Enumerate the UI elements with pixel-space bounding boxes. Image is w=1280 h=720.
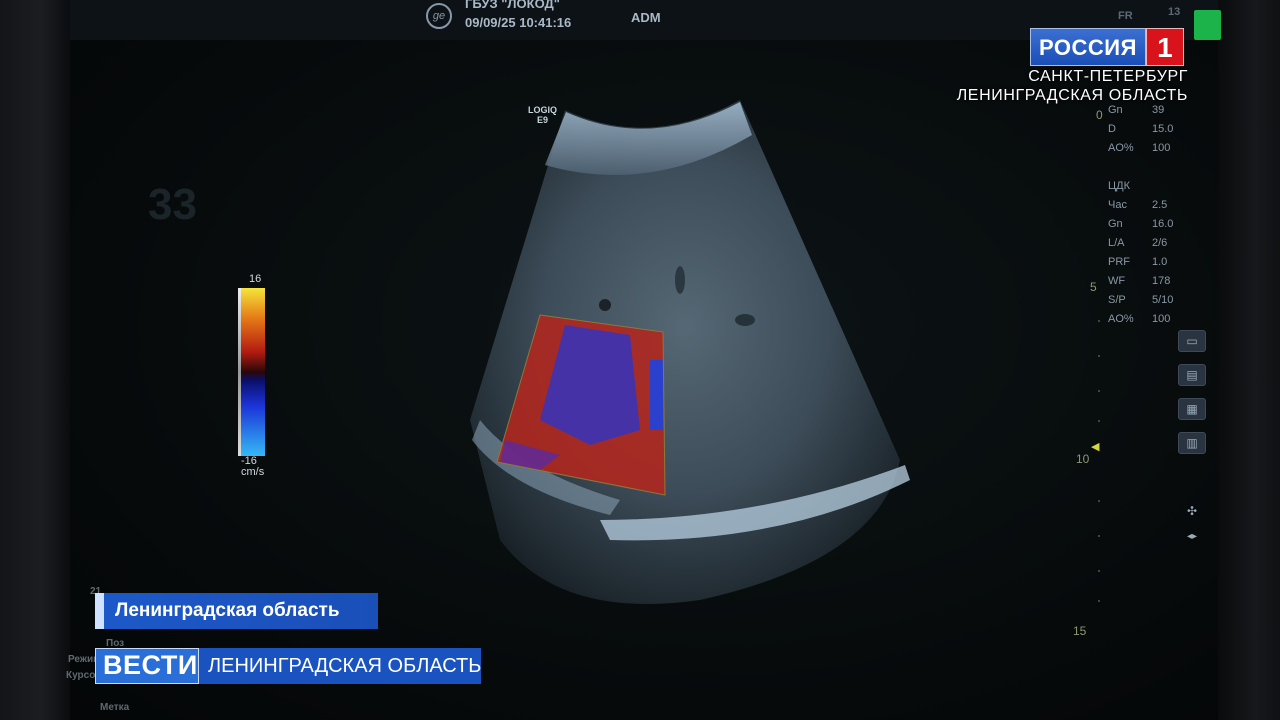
doppler-blue-edge	[650, 360, 663, 430]
sidebar-tool-icon[interactable]: ▭	[1178, 330, 1206, 352]
doppler-colorbar	[241, 288, 265, 456]
region-line-2: ЛЕНИНГРАДСКАЯ ОБЛАСТЬ	[956, 87, 1188, 104]
probe-model: LOGIQ E9	[528, 105, 557, 125]
location-banner-accent	[95, 593, 104, 629]
vessel-spot	[735, 314, 755, 326]
sidebar-tool-icon[interactable]: ▥	[1178, 432, 1206, 454]
region-line-1: САНКТ-ПЕТЕРБУРГ	[1028, 68, 1188, 85]
channel-number: 1	[1145, 28, 1184, 66]
sidebar-tool-icon[interactable]: ▤	[1178, 364, 1206, 386]
depth-tick	[1098, 535, 1100, 537]
depth-mark: 5	[1090, 280, 1097, 294]
vessel-spot	[675, 266, 685, 294]
depth-tick	[1098, 355, 1100, 357]
depth-mark: 15	[1073, 624, 1087, 638]
location-text: Ленинградская область	[115, 600, 340, 621]
focus-marker-icon: ◀	[1091, 441, 1100, 453]
depth-tick	[1098, 420, 1100, 422]
depth-tick	[1098, 600, 1100, 602]
arrows-icon[interactable]: ◂▸	[1178, 525, 1206, 547]
program-name: ВЕСТИ	[103, 650, 198, 680]
sidebar-tool-icon[interactable]: ▦	[1178, 398, 1206, 420]
depth-mark: 10	[1076, 452, 1090, 466]
depth-tick	[1098, 500, 1100, 502]
gear-icon[interactable]: ✣	[1178, 500, 1206, 522]
depth-tick	[1098, 570, 1100, 572]
depth-tick	[1098, 390, 1100, 392]
vessel-spot	[599, 299, 611, 311]
footer-readout: Метка	[100, 702, 130, 713]
program-region: ЛЕНИНГРАДСКАЯ ОБЛАСТЬ	[208, 655, 482, 677]
colorbar-max: 16	[249, 273, 262, 285]
channel-logo: РОССИЯ 1	[1030, 28, 1184, 66]
depth-tick	[1098, 320, 1100, 322]
colorbar-unit: cm/s	[241, 466, 265, 478]
depth-mark: 0	[1096, 108, 1103, 122]
channel-name: РОССИЯ	[1030, 28, 1146, 66]
